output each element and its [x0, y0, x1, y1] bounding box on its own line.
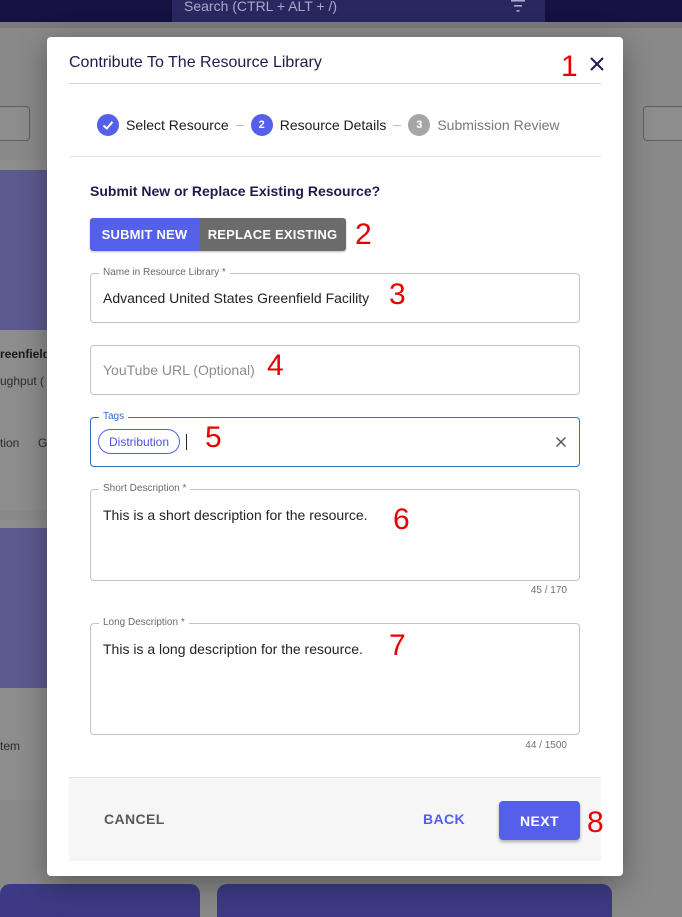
close-icon[interactable]	[587, 54, 607, 74]
long-description-counter: 44 / 1500	[525, 740, 567, 751]
annotation-6: 6	[393, 503, 410, 536]
stepper: Select Resource 2 Resource Details 3 Sub…	[97, 113, 560, 137]
annotation-2: 2	[355, 218, 372, 251]
step-3-label: Submission Review	[437, 117, 560, 133]
step-2-label: Resource Details	[279, 117, 387, 133]
tags-field[interactable]: Tags Distribution	[90, 411, 580, 467]
annotation-7: 7	[389, 629, 406, 662]
name-field[interactable]: Name in Resource Library * Advanced Unit…	[90, 267, 580, 323]
next-button[interactable]: NEXT	[499, 801, 580, 840]
dialog-title: Contribute To The Resource Library	[69, 54, 322, 71]
stepper-divider	[69, 156, 601, 157]
submit-new-button[interactable]: SUBMIT NEW	[90, 218, 199, 251]
step-1-indicator	[97, 114, 119, 136]
filter-icon	[511, 0, 525, 12]
long-description-value: This is a long description for the resou…	[103, 641, 363, 657]
name-field-value: Advanced United States Greenfield Facili…	[103, 290, 370, 306]
step-connector	[393, 124, 402, 126]
step-1-label: Select Resource	[126, 117, 229, 133]
annotation-4: 4	[267, 349, 284, 382]
background-card-left-2	[0, 520, 47, 800]
background-card-tag-2: G	[38, 436, 47, 450]
step-2-indicator: 2	[250, 114, 273, 136]
replace-existing-button[interactable]: REPLACE EXISTING	[199, 218, 346, 251]
check-icon	[102, 121, 114, 130]
background-card-tag: tion	[0, 436, 20, 450]
background-card-left-1	[0, 160, 47, 510]
background-card-item: tem	[0, 739, 21, 753]
background-card-bottom-2	[217, 884, 612, 917]
global-search-text: Search (CTRL + ALT + /)	[184, 0, 338, 14]
step-3-indicator: 3	[408, 114, 431, 136]
submit-type-question: Submit New or Replace Existing Resource?	[90, 183, 381, 199]
short-description-field[interactable]: Short Description * This is a short desc…	[90, 483, 580, 581]
tags-field-label: Tags	[99, 411, 129, 423]
youtube-url-field[interactable]: YouTube URL (Optional)	[90, 345, 580, 395]
annotation-5: 5	[205, 421, 222, 454]
annotation-8: 8	[587, 806, 604, 839]
text-cursor	[186, 434, 187, 450]
background-card-title: reenfield	[0, 347, 47, 361]
long-description-label: Long Description *	[99, 617, 189, 629]
clear-icon[interactable]	[555, 436, 567, 448]
short-description-counter: 45 / 170	[530, 585, 567, 596]
step-connector	[235, 124, 244, 126]
annotation-3: 3	[389, 278, 406, 311]
short-description-label: Short Description *	[99, 483, 191, 495]
background-card-subtitle: ughput (	[0, 374, 45, 388]
name-field-label: Name in Resource Library *	[99, 267, 230, 279]
tag-chip-distribution[interactable]: Distribution	[98, 429, 181, 454]
youtube-url-placeholder: YouTube URL (Optional)	[103, 362, 255, 378]
background-filter-button	[643, 106, 682, 141]
back-button[interactable]: BACK	[423, 811, 465, 827]
submit-type-toggle: SUBMIT NEW REPLACE EXISTING	[90, 218, 346, 251]
cancel-button[interactable]: CANCEL	[104, 811, 165, 827]
long-description-field[interactable]: Long Description * This is a long descri…	[90, 617, 580, 735]
title-divider	[69, 83, 601, 84]
annotation-1: 1	[561, 50, 578, 83]
background-card-bottom-1	[0, 884, 200, 917]
short-description-value: This is a short description for the reso…	[103, 507, 368, 523]
global-search-bar[interactable]: Search (CTRL + ALT + /)	[172, 0, 545, 22]
contribute-dialog: Contribute To The Resource Library Selec…	[47, 37, 623, 876]
background-search-button	[0, 106, 30, 141]
dialog-footer: CANCEL BACK NEXT	[69, 777, 601, 861]
